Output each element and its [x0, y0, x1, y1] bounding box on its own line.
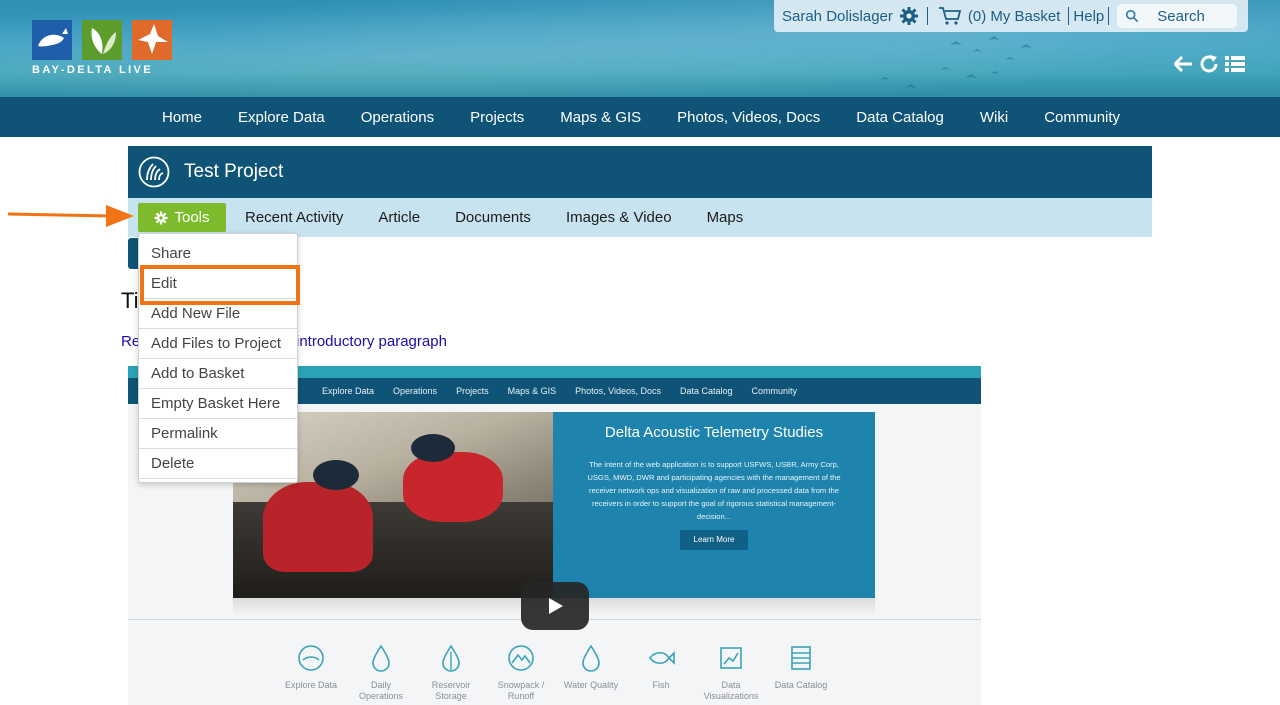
water-drop-icon [582, 644, 600, 672]
nav-explore-data[interactable]: Explore Data [220, 109, 343, 126]
video-nav-item: Operations [393, 386, 438, 396]
tools-label: Tools [174, 209, 210, 226]
video-panel-text: The intent of the web application is to … [587, 460, 841, 521]
menu-item-add-files-to-project[interactable]: Add Files to Project [139, 329, 297, 359]
learn-more-button: Learn More [680, 530, 748, 550]
menu-item-delete[interactable]: Delete [139, 449, 297, 479]
video-icon-label: Explore Data [284, 680, 338, 690]
chart-icon [720, 647, 742, 669]
tab-recent-activity[interactable]: Recent Activity [245, 209, 343, 226]
video-panel-title: Delta Acoustic Telemetry Studies [604, 424, 824, 441]
video-icon-label: Snowpack / Runoff [497, 680, 545, 701]
nav-maps-gis[interactable]: Maps & GIS [542, 109, 659, 126]
intro-link-tail: introductory paragraph [296, 333, 447, 350]
list-menu-icon[interactable] [1224, 53, 1246, 75]
tab-documents[interactable]: Documents [455, 209, 531, 226]
search-input[interactable] [1157, 7, 1238, 25]
hat-shape [313, 460, 359, 490]
tab-maps[interactable]: Maps [707, 209, 744, 226]
nav-data-catalog[interactable]: Data Catalog [838, 109, 962, 126]
menu-item-empty-basket-here[interactable]: Empty Basket Here [139, 389, 297, 419]
bird-icon [132, 20, 172, 60]
project-subnav: Tools Recent Activity Article Documents … [128, 198, 1152, 237]
play-button[interactable] [521, 582, 589, 630]
fish-icon [649, 651, 675, 665]
separator [926, 7, 928, 25]
user-name-link[interactable]: Sarah Dolislager [782, 8, 893, 25]
tools-menu: Share Edit Add New File Add Files to Pro… [138, 233, 298, 483]
separator [1108, 7, 1110, 25]
nav-photos-videos-docs[interactable]: Photos, Videos, Docs [659, 109, 838, 126]
header-tools [1172, 53, 1248, 75]
video-nav-item: Community [751, 386, 798, 396]
cart-icon[interactable] [938, 6, 962, 26]
video-nav-item: Maps & GIS [507, 386, 557, 396]
person-shape [263, 482, 373, 572]
utility-bar: Sarah Dolislager (0) My Basket Help [774, 0, 1248, 32]
nav-home[interactable]: Home [144, 109, 220, 126]
search-box[interactable] [1117, 4, 1238, 28]
hat-shape [411, 434, 455, 462]
refresh-icon[interactable] [1198, 53, 1220, 75]
menu-item-add-to-basket[interactable]: Add to Basket [139, 359, 297, 389]
video-icon-item: Data Visualizations [701, 644, 761, 702]
drop-icon [372, 644, 390, 672]
project-title: Test Project [184, 161, 284, 182]
video-icon-label: Fish [652, 680, 670, 690]
video-icon-item: Data Catalog [771, 644, 831, 691]
video-nav-item: Data Catalog [679, 386, 733, 396]
project-icon [138, 156, 170, 188]
nav-wiki[interactable]: Wiki [962, 109, 1026, 126]
menu-item-share[interactable]: Share [139, 239, 297, 269]
video-icon-item: Daily Operations [351, 644, 411, 702]
person-shape [403, 452, 503, 522]
bay-delta-live-logo[interactable]: BAY-DELTA LIVE [32, 20, 174, 76]
video-icon-label: Data Visualizations [703, 680, 759, 701]
catalog-icon [791, 646, 811, 670]
leaf-icon [82, 20, 122, 60]
video-info-panel: Delta Acoustic Telemetry Studies The int… [553, 412, 875, 598]
menu-item-edit[interactable]: Edit [139, 269, 297, 299]
back-arrow-icon[interactable] [1172, 53, 1194, 75]
gear-icon [154, 211, 168, 224]
video-icon-label: Reservoir Storage [431, 680, 471, 701]
video-nav-item: Projects [456, 386, 489, 396]
site-header: BAY-DELTA LIVE Sarah Dolislager (0) My B… [0, 0, 1280, 97]
gear-icon[interactable] [899, 6, 919, 26]
tools-button[interactable]: Tools [138, 203, 226, 232]
nav-projects[interactable]: Projects [452, 109, 542, 126]
video-icon-item: Water Quality [561, 644, 621, 691]
annotation-arrow [7, 205, 134, 227]
video-nav-item: Explore Data [322, 386, 375, 396]
video-icon-item: Explore Data [281, 644, 341, 691]
tab-article[interactable]: Article [378, 209, 420, 226]
reservoir-icon [442, 644, 460, 672]
main-navigation: Home Explore Data Operations Projects Ma… [0, 97, 1280, 137]
globe-icon [298, 645, 324, 671]
video-icon-label: Water Quality [563, 680, 619, 690]
tab-images-video[interactable]: Images & Video [566, 209, 672, 226]
mountain-icon [508, 645, 534, 671]
nav-community[interactable]: Community [1026, 109, 1138, 126]
nav-operations[interactable]: Operations [343, 109, 452, 126]
video-nav-item: Photos, Videos, Docs [575, 386, 661, 396]
video-icon-item: Fish [631, 644, 691, 691]
separator [1068, 7, 1070, 25]
video-icon-item: Reservoir Storage [421, 644, 481, 702]
my-basket-link[interactable]: (0) My Basket [968, 8, 1061, 25]
video-icon-row: Explore Data Daily Operations Reservoir … [285, 644, 848, 704]
menu-item-add-new-file[interactable]: Add New File [139, 299, 297, 329]
video-icon-item: Snowpack / Runoff [491, 644, 551, 702]
menu-item-permalink[interactable]: Permalink [139, 419, 297, 449]
help-link[interactable]: Help [1073, 8, 1104, 25]
article-title: Ti [121, 288, 139, 313]
video-icon-label: Daily Operations [358, 680, 404, 701]
project-header: Test Project [128, 146, 1152, 198]
whale-icon [32, 20, 72, 60]
video-icon-label: Data Catalog [774, 680, 828, 690]
logo-text: BAY-DELTA LIVE [32, 64, 153, 76]
search-icon [1126, 9, 1139, 23]
play-icon [549, 598, 563, 614]
